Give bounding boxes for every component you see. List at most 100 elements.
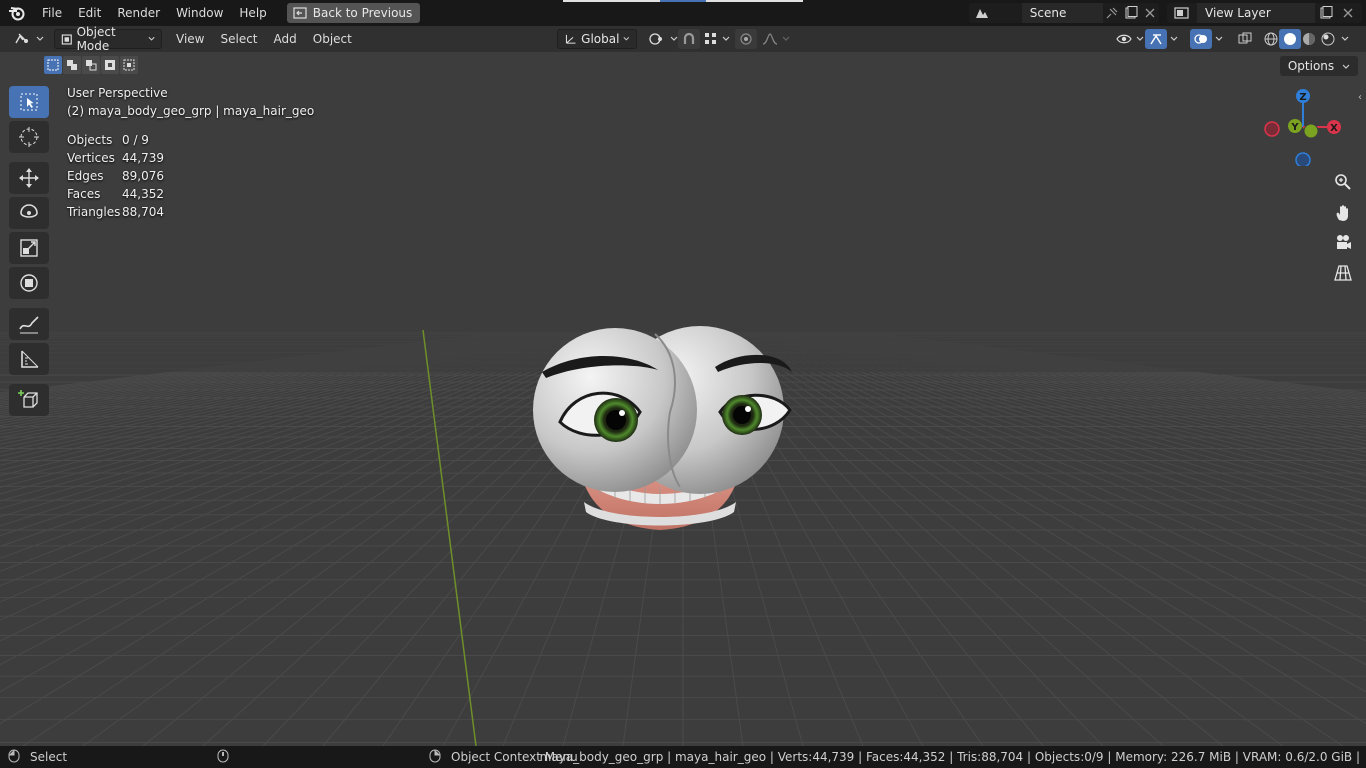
transform-icon [20,274,38,292]
cursor-crosshair-icon [19,127,39,147]
delete-scene-icon[interactable] [1140,3,1159,23]
stats-row: Edges 89,076 [67,167,164,185]
select-intersect-icon[interactable] [120,56,138,74]
visibility-selector[interactable] [1110,29,1150,49]
gizmo-dropdown-chevron-icon[interactable] [1166,29,1182,49]
falloff-curve-icon [762,33,778,45]
add-cube-tool[interactable] [9,384,49,416]
pivot-point-icon [649,33,662,45]
measure-tool[interactable] [9,343,49,375]
transform-tool[interactable] [9,267,49,299]
stats-row: Vertices 44,739 [67,149,164,167]
menu-file[interactable]: File [34,0,70,26]
scale-tool[interactable] [9,232,49,264]
editor-type-selector[interactable] [8,29,50,49]
rendered-shading-icon[interactable] [1317,29,1339,49]
cursor-tool[interactable] [9,121,49,153]
camera-view-icon[interactable] [1330,230,1356,256]
chevron-down-icon [36,36,44,41]
stats-row: Triangles 88,704 [67,203,164,221]
proportional-editing-icon[interactable] [735,29,757,49]
back-to-previous-label: Back to Previous [312,6,413,20]
status-bar: Select Object Context Menu maya_body_geo… [0,746,1366,768]
chevron-down-icon [722,36,730,41]
stats-key: Objects [67,133,113,147]
select-invert-icon[interactable] [101,56,119,74]
pin-icon[interactable] [1103,3,1122,23]
stats-value: 44,352 [122,187,164,201]
menu-object[interactable]: Object [305,32,360,46]
select-box-tool[interactable] [9,86,49,118]
back-screen-icon [293,7,307,19]
stats-table: Objects 0 / 9 Vertices 44,739 Edges 89,076 … [67,131,164,221]
menu-window[interactable]: Window [168,0,231,26]
menu-view[interactable]: View [168,32,212,46]
tool-shelf [8,86,50,419]
3d-viewport[interactable]: Options User Perspective (2) maya_body_g… [0,52,1366,746]
new-scene-icon[interactable] [1122,3,1141,23]
select-box-icon [20,93,38,111]
chevron-down-icon [1342,64,1350,69]
snap-toggle-magnet-icon[interactable] [678,29,700,49]
scene-selector[interactable]: Scene [969,3,1159,23]
select-set-icon[interactable] [44,56,62,74]
stats-row: Faces 44,352 [67,185,164,203]
object-mode-icon [61,33,72,45]
menu-help[interactable]: Help [231,0,274,26]
transform-orientation-selector[interactable]: Global [557,29,637,49]
annotate-tool[interactable] [9,308,49,340]
overlays-dropdown-chevron-icon[interactable] [1211,29,1227,49]
selection-mode-buttons [44,56,138,74]
menu-edit[interactable]: Edit [70,0,109,26]
stats-key: Edges [67,169,104,183]
menu-render[interactable]: Render [109,0,168,26]
select-subtract-icon[interactable] [82,56,100,74]
viewport-header: Object Mode View Select Add Object Globa… [0,25,1366,53]
gizmo-toggle-icon[interactable] [1145,29,1167,49]
view-layer-icon[interactable] [1167,3,1197,23]
status-scene-info: maya_body_geo_grp | maya_hair_geo | Vert… [539,750,1360,764]
delete-view-layer-icon[interactable] [1337,3,1359,23]
toggle-perspective-grid-icon[interactable] [1330,260,1356,286]
falloff-selector[interactable] [756,29,796,49]
stats-row: Objects 0 / 9 [67,131,164,149]
options-dropdown[interactable]: Options [1279,56,1358,76]
move-tool[interactable] [9,162,49,194]
pan-hand-icon[interactable] [1330,200,1356,226]
shading-dropdown-chevron-icon[interactable] [1337,29,1353,49]
active-object-label: (2) maya_body_geo_grp | maya_hair_geo [67,104,315,118]
rotate-icon [20,204,38,218]
select-extend-icon[interactable] [63,56,81,74]
chevron-down-icon [623,37,630,41]
blender-logo-icon[interactable] [0,0,34,26]
options-label: Options [1287,59,1335,73]
back-to-previous-button[interactable]: Back to Previous [286,3,421,23]
menu-add[interactable]: Add [266,32,305,46]
rotate-tool[interactable] [9,197,49,229]
scene-name[interactable]: Scene [1021,3,1103,23]
workspace-tab-active[interactable] [660,0,706,2]
snap-grid-icon [705,33,716,44]
stats-key: Triangles [67,205,121,219]
measure-ruler-icon [21,350,39,368]
scene-icon[interactable] [969,3,995,23]
character-head-model[interactable] [520,272,810,542]
menu-select[interactable]: Select [212,32,265,46]
view-layer-selector[interactable]: View Layer [1167,3,1362,23]
sidebar-collapse-chevron-icon[interactable]: ‹ [1358,92,1362,103]
mouse-left-icon [8,749,20,766]
overlays-toggle-icon[interactable] [1190,29,1212,49]
mode-label: Object Mode [76,25,116,53]
zoom-icon[interactable] [1330,169,1356,195]
view-layer-name[interactable]: View Layer [1197,3,1315,23]
snap-target-selector[interactable] [698,29,736,49]
stats-value: 0 / 9 [122,133,149,147]
orientation-label: Global [581,32,620,46]
chevron-down-icon [148,36,155,41]
mode-selector[interactable]: Object Mode [54,25,162,53]
new-view-layer-icon[interactable] [1315,3,1337,23]
stats-value: 88,704 [122,205,164,219]
navigation-gizmo[interactable]: Y Z X [1258,86,1348,166]
xray-toggle-icon[interactable] [1234,29,1256,49]
chevron-down-icon [782,36,790,41]
